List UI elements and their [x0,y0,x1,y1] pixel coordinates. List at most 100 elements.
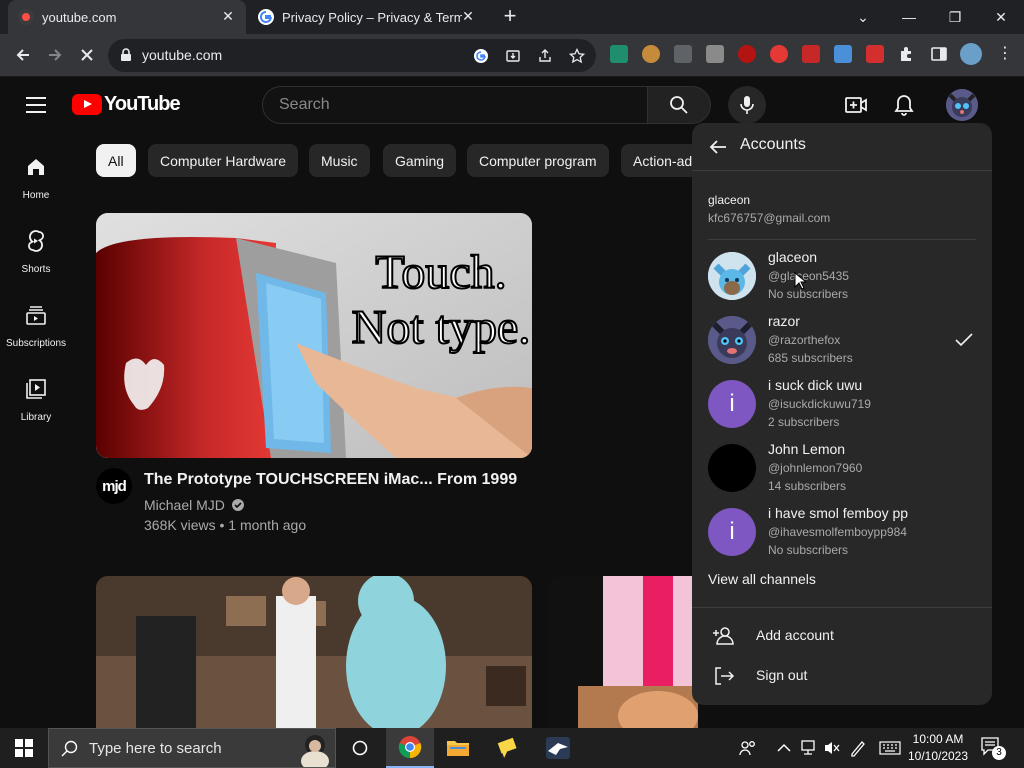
stop-loading-icon[interactable] [74,42,100,68]
task-view-button[interactable] [336,728,384,768]
side-panel-icon[interactable] [930,45,948,63]
subscriptions-icon [26,306,46,325]
address-bar[interactable]: youtube.com [108,39,596,72]
network-icon[interactable] [798,738,818,758]
mouse-cursor-icon [794,272,806,290]
close-window-icon[interactable]: ✕ [978,0,1024,34]
sidebar-item-label: Home [22,190,50,201]
chip-computer-program[interactable]: Computer program [467,144,609,177]
glaceon-avatar [708,252,756,300]
channel-name: razor [768,313,800,329]
letter-avatar: i [708,380,756,428]
imac-touch-thumbnail-image: Touch. Not type. [96,213,532,458]
chip-action-adventure[interactable]: Action-ad [621,144,693,177]
touch-keyboard-icon[interactable] [878,738,902,758]
extension-folder-icon[interactable] [706,45,724,63]
more-menu-icon[interactable]: ⋮ [996,45,1014,63]
extension-ud-icon[interactable] [738,45,756,63]
taskbar-chrome[interactable] [386,728,434,768]
taskbar-messaging[interactable] [484,728,532,768]
channel-item-i-suck-dick-uwu[interactable]: i i suck dick uwu @isuckdickuwu719 2 sub… [692,376,992,440]
sidebar-item-shorts[interactable]: Shorts [0,229,72,275]
tray-chevron-up-icon[interactable] [774,738,794,758]
restore-icon[interactable]: ❐ [932,0,978,34]
back-arrow-icon[interactable] [706,135,730,159]
volume-muted-icon[interactable] [822,738,842,758]
windows-logo-icon [15,739,33,757]
google-lens-icon[interactable] [472,47,490,65]
youtube-play-icon [72,94,102,115]
channel-item-i-have-smol-femboy-pp[interactable]: i i have smol femboy pp @ihavesmolfemboy… [692,504,992,568]
extension-cookie-icon[interactable] [642,45,660,63]
channel-item-glaceon[interactable]: glaceon @glaceon5435 No subscribers [692,248,992,312]
clock-date: 10/10/2023 [907,749,969,763]
back-arrow-icon[interactable] [10,42,36,68]
sidebar-item-home[interactable]: Home [0,155,72,201]
channel-name: i suck dick uwu [768,377,863,393]
tab-title: youtube.com [42,9,117,25]
install-app-icon[interactable] [504,47,522,65]
accounts-menu-title: Accounts [740,136,806,153]
lock-icon [121,48,131,61]
video-channel[interactable]: Michael MJD [144,497,245,513]
video-title[interactable]: The Prototype TOUCHSCREEN iMac... From 1… [144,471,517,489]
search-input[interactable] [263,87,623,123]
tab-search-chevron-icon[interactable]: ⌄ [840,0,886,34]
hamburger-menu-icon[interactable] [26,97,46,118]
channel-handle: @glaceon5435 [768,269,849,283]
video-thumbnail[interactable]: Touch. Not type. [96,213,532,458]
sign-out-button[interactable]: Sign out [692,656,992,696]
people-icon[interactable] [738,738,758,758]
channel-subscribers: No subscribers [768,287,849,301]
taskbar-file-explorer[interactable] [434,728,482,768]
video-thumbnail[interactable] [548,576,698,736]
extension-brs-icon[interactable] [802,45,820,63]
sidebar-item-subscriptions[interactable]: Subscriptions [0,303,72,349]
bookmark-star-icon[interactable] [568,47,586,65]
channel-subscribers: No subscribers [768,543,849,557]
add-account-button[interactable]: Add account [692,616,992,656]
extension-face-icon[interactable] [674,45,692,63]
share-icon[interactable] [536,47,554,65]
voice-search-button[interactable] [728,86,766,124]
account-avatar[interactable] [946,89,978,121]
close-tab-icon[interactable]: ✕ [460,8,476,24]
taskbar-search-box[interactable]: Type here to search [48,728,336,768]
extension-translate-icon[interactable] [834,45,852,63]
tab-privacy-policy[interactable]: Privacy Policy – Privacy & Terms – ✕ [248,0,486,34]
channel-item-razor[interactable]: razor @razorthefox 685 subscribers [692,312,992,376]
channel-name: glaceon [768,249,818,265]
minimize-icon[interactable]: — [886,0,932,34]
video-thumbnail[interactable] [96,576,532,736]
start-button[interactable] [0,728,48,768]
chip-computer-hardware[interactable]: Computer Hardware [148,144,299,177]
channel-item-john-lemon[interactable]: John Lemon @johnlemon7960 14 subscribers [692,440,992,504]
extensions-puzzle-icon[interactable] [898,45,916,63]
pen-workspace-icon[interactable] [848,738,868,758]
selected-check-icon [955,333,973,347]
forward-arrow-icon[interactable] [42,42,68,68]
close-tab-icon[interactable]: ✕ [220,8,236,24]
new-tab-button[interactable]: + [498,4,522,28]
search-button[interactable] [647,86,711,124]
extension-red-circle-icon[interactable] [770,45,788,63]
extension-s-icon[interactable] [610,45,628,63]
home-icon [28,159,44,175]
youtube-logo[interactable]: YouTube [72,93,181,116]
extension-youtube-icon[interactable] [866,45,884,63]
create-video-icon[interactable] [844,93,868,117]
chip-music[interactable]: Music [309,144,370,177]
view-all-channels-link[interactable]: View all channels [708,571,816,587]
folder-icon [447,741,469,756]
taskbar-app-bird[interactable] [534,728,582,768]
taskbar-clock[interactable]: 10:00 AM 10/10/2023 [906,731,970,765]
action-center-button[interactable]: 3 [980,736,1006,760]
sidebar-item-library[interactable]: Library [0,377,72,423]
profile-avatar-icon[interactable] [960,43,982,65]
tab-youtube[interactable]: youtube.com ✕ [8,0,246,34]
channel-handle: @isuckdickuwu719 [768,397,871,411]
chip-gaming[interactable]: Gaming [383,144,457,177]
notifications-bell-icon[interactable] [892,93,916,117]
channel-avatar[interactable]: mjd [96,468,132,504]
chip-all[interactable]: All [96,144,136,177]
